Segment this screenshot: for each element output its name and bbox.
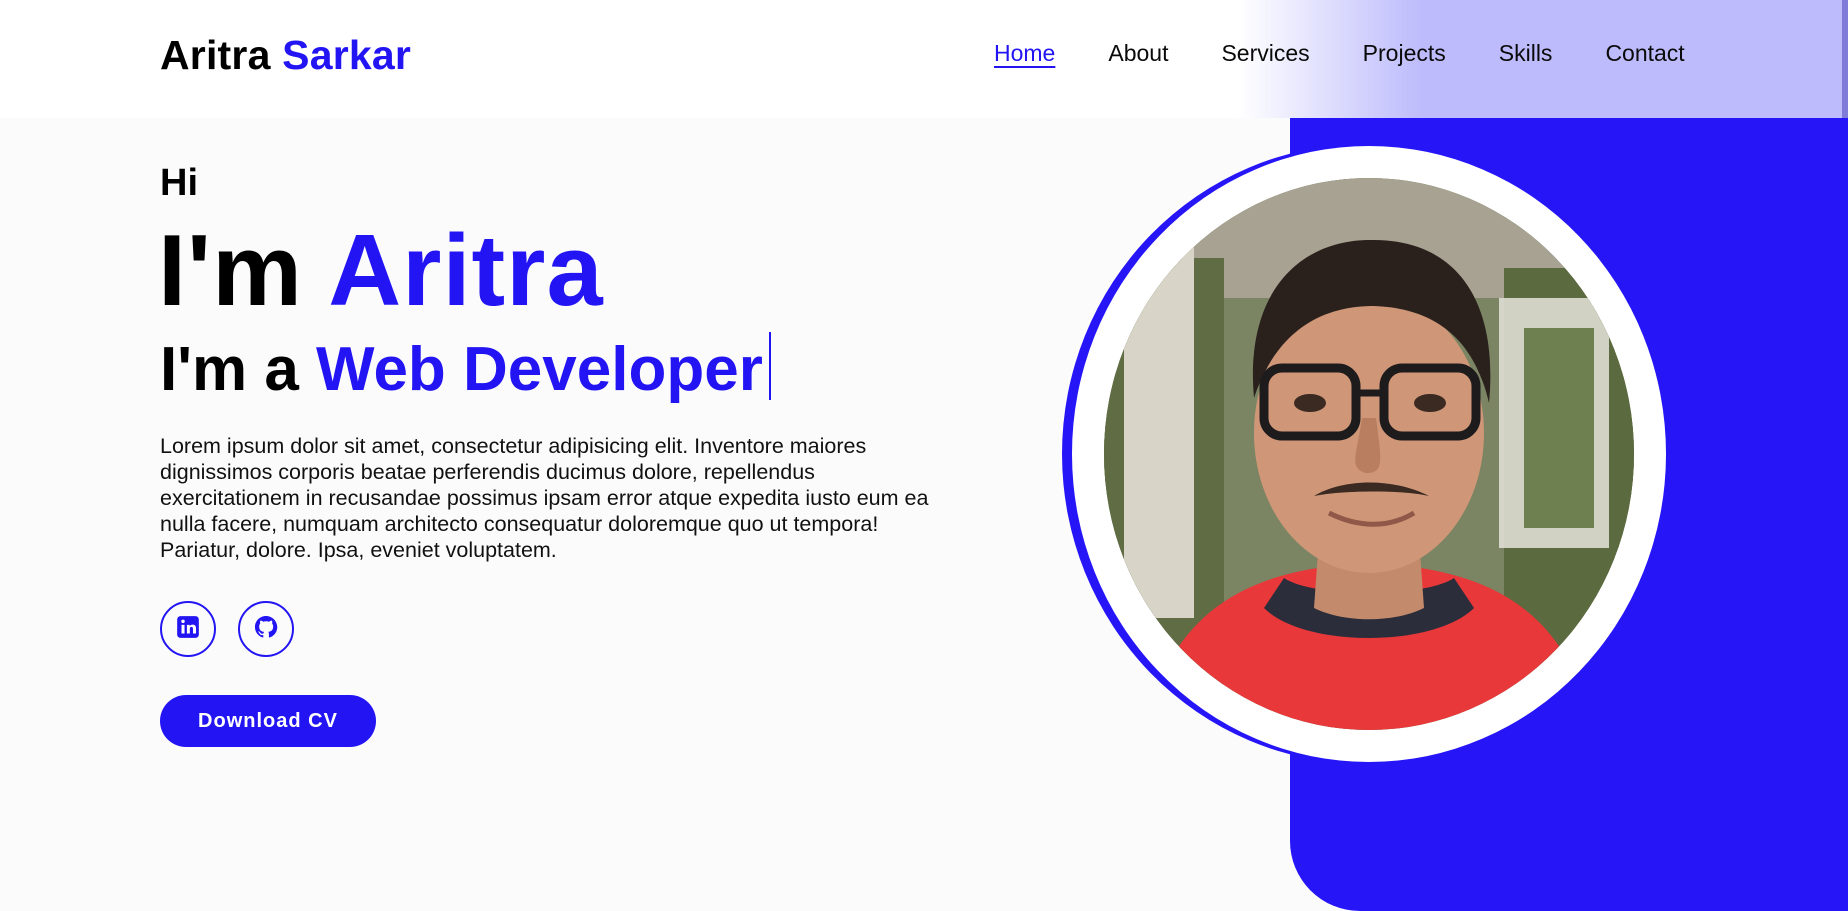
- social-links: [160, 601, 294, 657]
- nav-services[interactable]: Services: [1221, 40, 1309, 67]
- linkedin-icon: [175, 614, 201, 645]
- linkedin-button[interactable]: [160, 601, 216, 657]
- hero-intro-prefix: I'm: [158, 215, 303, 327]
- hero-name: Aritra: [328, 215, 604, 327]
- hero-intro: I'm Aritra: [158, 218, 604, 324]
- main-nav: Home About Services Projects Skills Cont…: [994, 40, 1738, 67]
- site-header: Aritra Sarkar Home About Services Projec…: [0, 0, 1848, 118]
- hero-role-line: I'm a Web Developer: [160, 332, 771, 404]
- hero-role: Web Developer: [316, 335, 763, 404]
- github-button[interactable]: [238, 601, 294, 657]
- brand-logo[interactable]: Aritra Sarkar: [160, 32, 411, 79]
- download-cv-button[interactable]: Download CV: [160, 695, 376, 747]
- nav-contact[interactable]: Contact: [1605, 40, 1684, 67]
- scrollbar[interactable]: [1842, 0, 1848, 118]
- hero-description: Lorem ipsum dolor sit amet, consectetur …: [160, 434, 929, 562]
- nav-skills[interactable]: Skills: [1499, 40, 1553, 67]
- nav-about[interactable]: About: [1108, 40, 1168, 67]
- profile-photo: [1104, 178, 1634, 730]
- github-icon: [253, 614, 279, 645]
- hero-role-prefix: I'm a: [160, 335, 299, 404]
- brand-first-name: Aritra: [160, 32, 271, 78]
- typing-caret: [768, 332, 771, 400]
- nav-projects[interactable]: Projects: [1363, 40, 1446, 67]
- nav-home[interactable]: Home: [994, 40, 1055, 67]
- brand-last-name: Sarkar: [282, 32, 412, 78]
- hero-greeting: Hi: [160, 162, 198, 204]
